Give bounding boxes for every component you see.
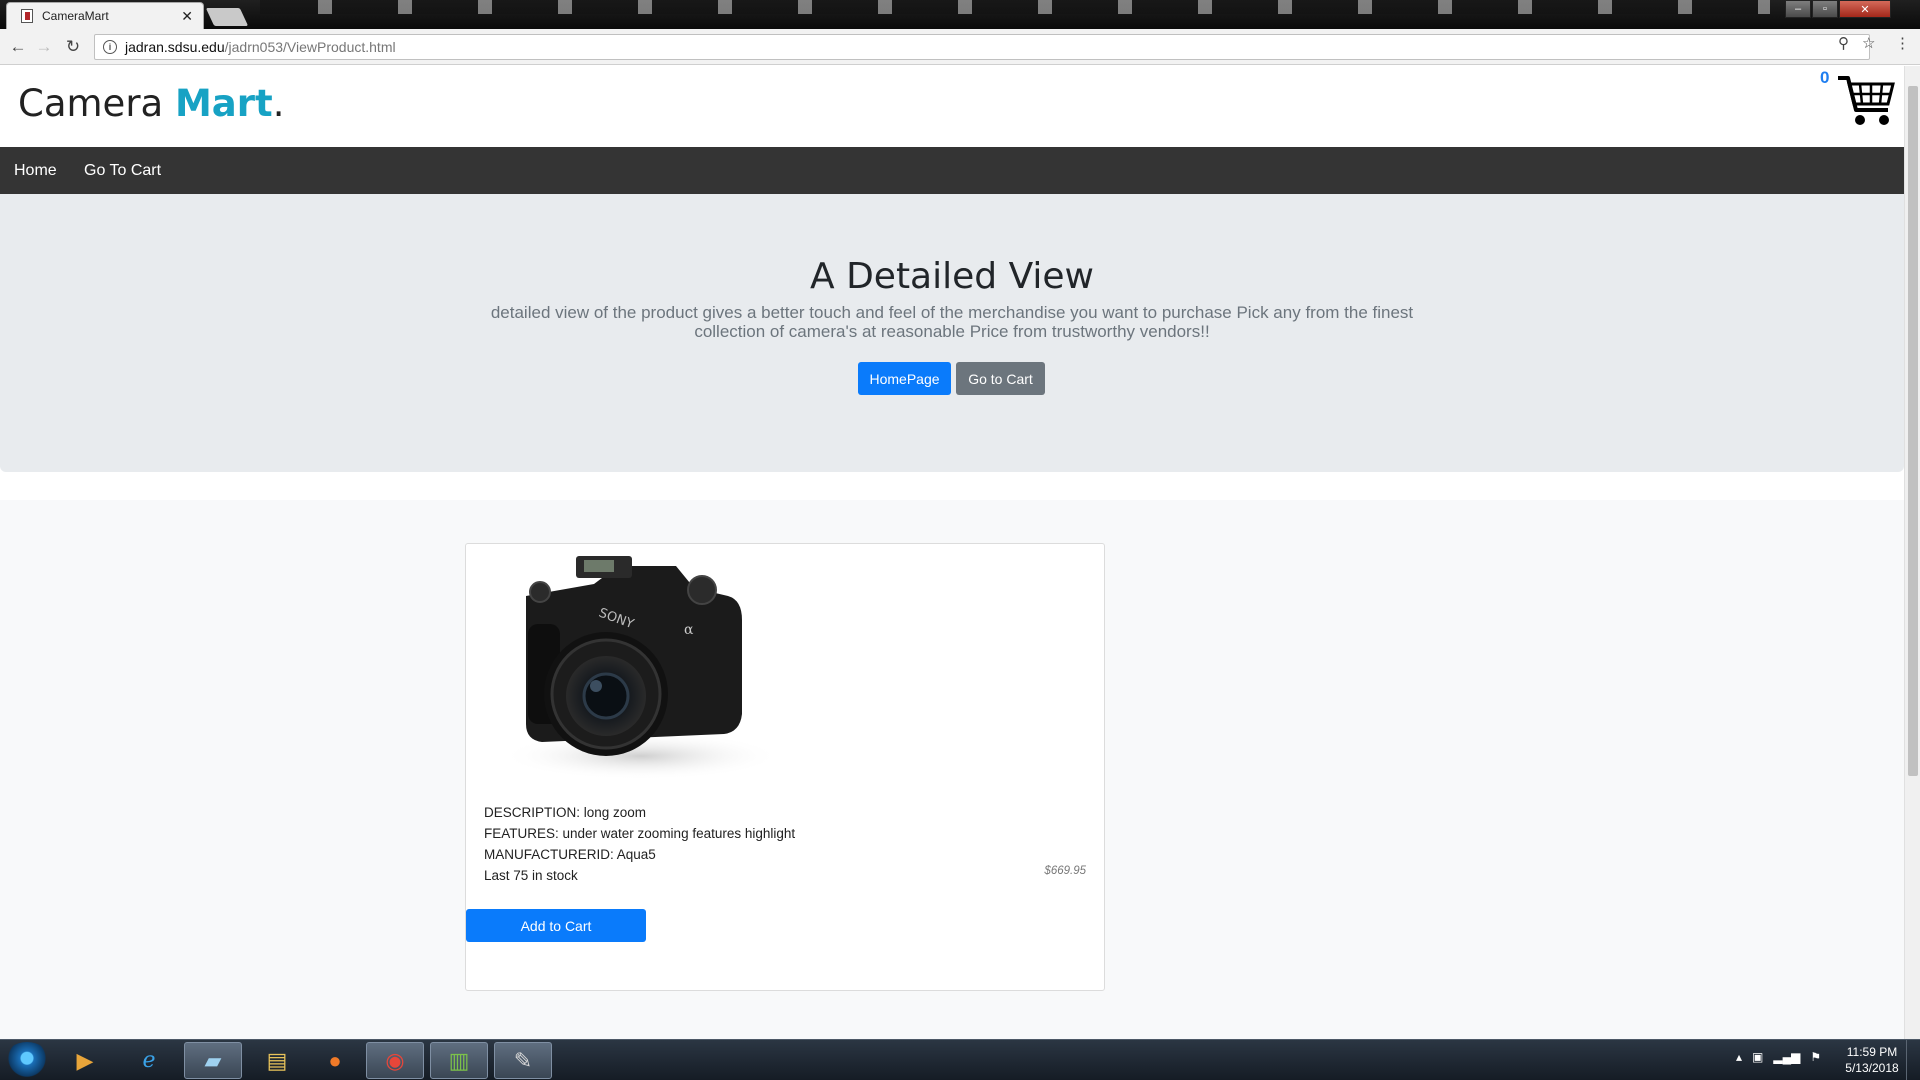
hero-description: detailed view of the product gives a bet… [490,303,1414,341]
nav-home-link[interactable]: Home [14,162,57,180]
show-desktop-button[interactable] [1906,1040,1920,1080]
product-description: DESCRIPTION: long zoom [484,805,647,820]
bookmark-star-icon[interactable]: ☆ [1862,34,1875,52]
start-button-icon[interactable] [4,1042,50,1078]
site-header: Camera Mart. 0 [0,66,1904,147]
site-logo[interactable]: Camera Mart. [18,82,284,125]
scrollbar-thumb[interactable] [1908,86,1918,776]
minimize-icon[interactable]: ‒ [1785,0,1811,18]
homepage-button[interactable]: HomePage [858,362,951,395]
url-path: /jadrn053/ViewProduct.html [224,39,396,55]
chrome-icon[interactable]: ◉ [366,1042,424,1079]
hero-title: A Detailed View [810,256,1094,297]
new-tab-button[interactable] [205,8,249,26]
camera-model-label: α [684,622,694,638]
internet-explorer-icon[interactable]: e [120,1042,178,1079]
main-navbar: Home Go To Cart [0,147,1904,194]
paint-icon[interactable]: ✎ [494,1042,552,1079]
browser-titlebar: CameraMart ✕ ‒ ▫ ✕ [0,0,1920,29]
product-details: DESCRIPTION: long zoom FEATURES: under w… [484,802,1088,886]
add-to-cart-button[interactable]: Add to Cart [466,909,646,942]
product-stock: Last 75 in stock [484,868,578,883]
brand-main: Camera [18,82,164,125]
product-card: SONY α DESCRIPTION: long zoom FEATURES: … [465,543,1105,991]
clock-time: 11:59 PM [1846,1045,1898,1059]
product-price: $669.95 [1044,865,1086,877]
maximize-icon[interactable]: ▫ [1812,0,1838,18]
brand-dot: . [272,82,285,125]
site-info-icon[interactable]: i [103,40,117,54]
clock-date: 5/13/2018 [1845,1061,1899,1075]
page-viewport: Camera Mart. 0 Home Go To Cart A Detaile… [0,66,1904,1039]
taskbar-clock[interactable]: 11:59 PM 5/13/2018 [1842,1044,1902,1076]
reload-icon[interactable]: ↻ [61,35,85,59]
zoom-icon[interactable]: ⚲ [1838,34,1849,52]
tab-title: CameraMart [42,9,109,23]
browser-menu-icon[interactable]: ⋮ [1895,34,1910,52]
forward-arrow-icon[interactable]: → [32,35,56,59]
go-to-cart-button[interactable]: Go to Cart [956,362,1045,395]
notepad-icon[interactable]: ▰ [184,1042,242,1079]
url-host: jadran.sdsu.edu [125,39,225,55]
site-favicon-icon [21,9,33,23]
product-manufacturer: MANUFACTURERID: Aqua5 [484,847,656,862]
product-features: FEATURES: under water zooming features h… [484,826,796,841]
system-tray-icons[interactable]: ▴ ▣ ▂▄▆ ⚑ [1736,1050,1821,1064]
product-camera-image[interactable]: SONY α [466,544,778,784]
window-close-icon[interactable]: ✕ [1839,0,1891,18]
product-section: SONY α DESCRIPTION: long zoom FEATURES: … [0,500,1904,1039]
back-arrow-icon[interactable]: ← [6,35,30,59]
browser-toolbar: ← → ↻ i jadran.sdsu.edu/jadrn053/ViewPro… [0,29,1920,65]
nav-go-to-cart-link[interactable]: Go To Cart [84,162,161,180]
hero-jumbotron: A Detailed View detailed view of the pro… [0,194,1904,472]
windows-taskbar: ▶ e ▰ ▤ ● ◉ ▥ ✎ ▴ ▣ ▂▄▆ ⚑ 11:59 PM 5/13/… [0,1039,1920,1080]
address-bar[interactable]: i jadran.sdsu.edu/jadrn053/ViewProduct.h… [94,34,1870,60]
brand-accent: Mart [174,82,273,125]
browser-tab[interactable]: CameraMart ✕ [6,2,204,29]
file-explorer-icon[interactable]: ▤ [248,1042,306,1079]
cart-count-badge: 0 [1820,68,1830,87]
firefox-icon[interactable]: ● [306,1042,364,1079]
media-player-icon[interactable]: ▶ [56,1042,114,1079]
charts-app-icon[interactable]: ▥ [430,1042,488,1079]
page-scrollbar[interactable] [1904,66,1920,1039]
shopping-cart-icon[interactable] [1836,72,1896,128]
tab-close-icon[interactable]: ✕ [181,8,193,25]
